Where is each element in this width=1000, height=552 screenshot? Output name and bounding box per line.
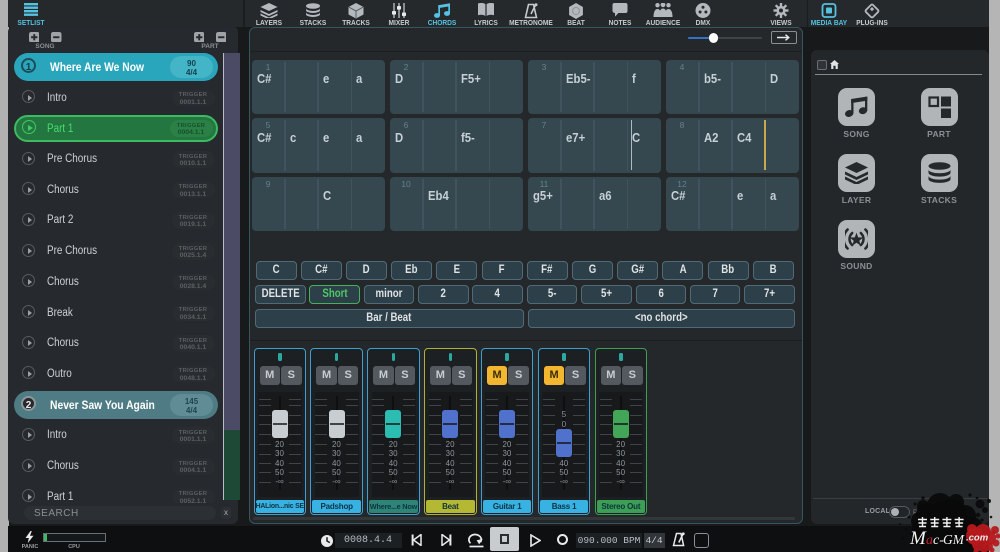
svg-text:M: M	[909, 528, 927, 549]
svg-text:.com: .com	[966, 533, 989, 544]
svg-text:GM: GM	[943, 532, 965, 547]
svg-text:a: a	[926, 533, 933, 548]
